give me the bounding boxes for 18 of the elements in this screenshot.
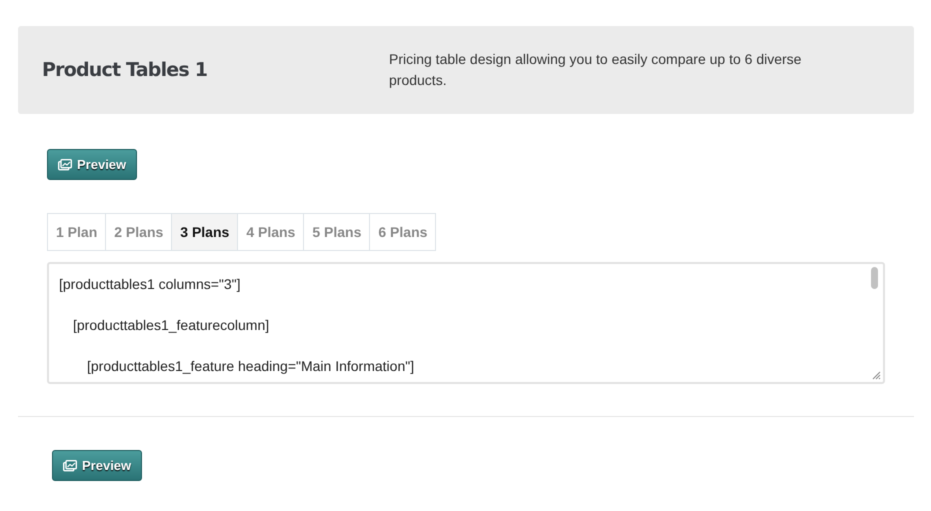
code-textarea[interactable]: [producttables1 columns="3"] [producttables1_featurecolumn] [producttables1_feature heading="Main Information"]	[47, 262, 885, 384]
plan-tab[interactable]: 6 Plans	[369, 213, 436, 251]
plan-tab[interactable]: 1 Plan	[47, 213, 106, 251]
code-line: [producttables1_featurecolumn]	[73, 317, 270, 333]
resize-grip-icon[interactable]	[871, 370, 881, 380]
description-text: Pricing table design allowing you to easily compare up to 6 diverse products.	[389, 50, 802, 90]
code-line: [producttables1_feature heading="Main Information"]	[87, 358, 414, 374]
image-icon	[58, 158, 72, 170]
plan-tab[interactable]: 2 Plans	[105, 213, 172, 251]
plan-tab[interactable]: 3 Plans	[171, 213, 238, 251]
scrollbar-thumb[interactable]	[871, 267, 878, 289]
preview-button[interactable]: Preview	[52, 450, 142, 481]
page-title: Product Tables 1	[42, 59, 208, 81]
plan-tab[interactable]: 5 Plans	[303, 213, 370, 251]
plan-tab[interactable]: 4 Plans	[237, 213, 304, 251]
image-icon	[63, 460, 77, 472]
code-line: [producttables1 columns="3"]	[59, 276, 241, 292]
preview-button[interactable]: Preview	[47, 149, 138, 180]
